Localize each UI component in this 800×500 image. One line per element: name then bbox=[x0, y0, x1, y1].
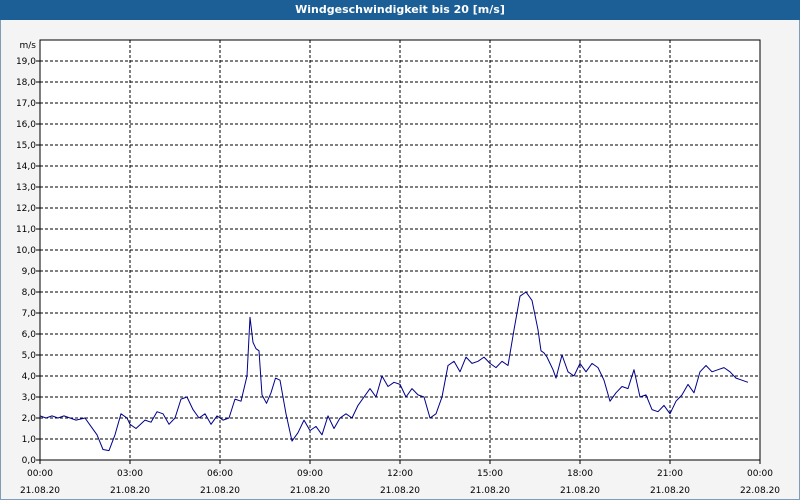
x-tick-time-label: 21:00 bbox=[657, 469, 683, 479]
y-tick-labels: 0,0 1,0 2,0 3,0 4,0 5,0 6,0 7,0 8,0 9,0 10,0 11,0 12… bbox=[16, 57, 36, 466]
y-tick-label: 3,0 bbox=[22, 393, 37, 403]
y-tick-label: 10,0 bbox=[16, 246, 36, 256]
y-tick-label: 13,0 bbox=[16, 183, 36, 193]
x-tick-time-label: 12:00 bbox=[387, 469, 413, 479]
x-tick-date-label: 21.08.20 bbox=[650, 486, 690, 496]
x-tick-date-label: 22.08.20 bbox=[740, 486, 780, 496]
y-tick-label: 5,0 bbox=[22, 351, 37, 361]
x-tick-date-label: 21.08.20 bbox=[200, 486, 240, 496]
y-tick-label: 0,0 bbox=[22, 456, 37, 466]
x-tick-time-label: 09:00 bbox=[297, 469, 323, 479]
y-unit-label: m/s bbox=[20, 41, 37, 51]
y-tick-label: 7,0 bbox=[22, 309, 37, 319]
x-tick-date-label: 21.08.20 bbox=[560, 486, 600, 496]
x-tick-date-label: 21.08.20 bbox=[380, 486, 420, 496]
y-tick-label: 6,0 bbox=[22, 330, 37, 340]
y-tick-label: 17,0 bbox=[16, 99, 36, 109]
y-tick-label: 16,0 bbox=[16, 120, 36, 130]
y-tick-label: 11,0 bbox=[16, 225, 36, 235]
x-tick-time-label: 15:00 bbox=[477, 469, 503, 479]
x-tick-date-label: 21.08.20 bbox=[290, 486, 330, 496]
x-tick-time-label: 00:00 bbox=[27, 469, 53, 479]
grid bbox=[40, 40, 760, 460]
y-tick-label: 4,0 bbox=[22, 372, 37, 382]
y-tick-label: 9,0 bbox=[22, 267, 37, 277]
line-chart: m/s 0,0 1,0 2,0 3,0 4,0 5,0 6,0 7,0 8,0 9,0 10,0 11… bbox=[16, 39, 780, 496]
y-tick-label: 15,0 bbox=[16, 141, 36, 151]
y-tick-label: 14,0 bbox=[16, 162, 36, 172]
x-tick-time-label: 03:00 bbox=[117, 469, 143, 479]
x-tick-date-label: 21.08.20 bbox=[470, 486, 510, 496]
y-tick-label: 8,0 bbox=[22, 288, 37, 298]
x-tick-date-label: 21.08.20 bbox=[110, 486, 150, 496]
y-tick-label: 2,0 bbox=[22, 414, 37, 424]
y-tick-label: 18,0 bbox=[16, 78, 36, 88]
x-tick-time-label: 06:00 bbox=[207, 469, 233, 479]
y-tick-label: 12,0 bbox=[16, 204, 36, 214]
x-tick-date-label: 21.08.20 bbox=[20, 486, 60, 496]
x-tick-time-label: 00:00 bbox=[747, 469, 773, 479]
x-tick-time-label: 18:00 bbox=[567, 469, 593, 479]
y-tick-label: 1,0 bbox=[22, 435, 37, 445]
x-tick-labels: 00:00 21.08.20 03:00 21.08.20 06:00 21.08.20 0… bbox=[20, 469, 780, 496]
y-tick-label: 19,0 bbox=[16, 57, 36, 67]
